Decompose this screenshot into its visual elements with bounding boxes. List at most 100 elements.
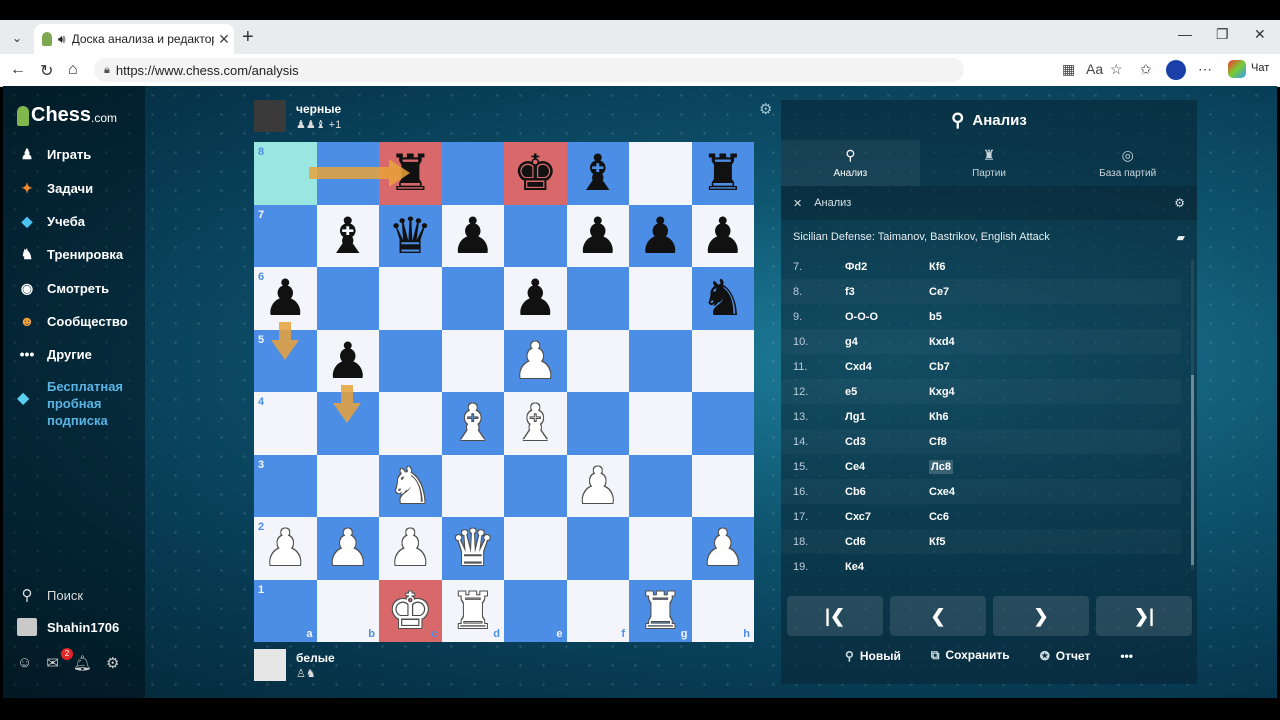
black-move[interactable]: b5 — [929, 311, 942, 323]
analysis-settings-gear-icon[interactable]: ⚙ — [1174, 196, 1185, 210]
browser-tab[interactable]: 🔊︎ Доска анализа и редактор P ✕ — [34, 24, 234, 54]
close-analysis-icon[interactable]: ✕ — [793, 197, 802, 210]
square-d8[interactable] — [441, 142, 504, 205]
white-knight-icon[interactable]: ♞ — [388, 461, 433, 511]
white-move[interactable]: Фd2 — [845, 261, 929, 273]
square-a4[interactable]: 4 — [254, 392, 317, 455]
white-pawn-icon[interactable]: ♟ — [325, 523, 370, 573]
square-g8[interactable] — [629, 142, 692, 205]
tab-list-chevron-icon[interactable]: ⌄ — [6, 28, 28, 48]
first-move-button[interactable]: |❮ — [787, 596, 883, 636]
black-move[interactable]: Сс6 — [929, 511, 949, 523]
white-bishop-icon[interactable]: ♝ — [513, 398, 558, 448]
black-knight-icon[interactable]: ♞ — [700, 273, 745, 323]
black-move[interactable]: Кxd4 — [929, 336, 955, 348]
square-g2[interactable] — [629, 517, 692, 580]
black-bishop-icon[interactable]: ♝ — [575, 148, 620, 198]
black-rook-icon[interactable]: ♜ — [388, 148, 433, 198]
black-pawn-icon[interactable]: ♟ — [325, 336, 370, 386]
square-h2[interactable]: ♟ — [691, 517, 754, 580]
square-f2[interactable] — [566, 517, 629, 580]
square-f6[interactable] — [566, 267, 629, 330]
sidebar-item-watch[interactable]: ◉ Смотреть — [17, 278, 109, 298]
black-move[interactable]: Кf6 — [929, 261, 946, 273]
white-move[interactable]: g4 — [845, 336, 929, 348]
board-settings-gear-icon[interactable]: ⚙ — [759, 100, 772, 118]
move-list-scroll-thumb[interactable] — [1191, 375, 1194, 565]
opening-name[interactable]: Sicilian Defense: Taimanov, Bastrikov, E… — [793, 231, 1050, 243]
square-c8[interactable]: ♜ — [379, 142, 442, 205]
white-move[interactable]: Лg1 — [845, 411, 929, 423]
square-d1[interactable]: d ♜ — [441, 579, 504, 642]
square-f4[interactable] — [566, 392, 629, 455]
url-field[interactable]: 🔒︎ https://www.chess.com/analysis — [94, 58, 964, 82]
restore-icon[interactable]: ❐ — [1216, 26, 1229, 43]
square-a1[interactable]: 1a — [254, 579, 317, 642]
black-move[interactable]: Схе4 — [929, 486, 955, 498]
black-pawn-icon[interactable]: ♟ — [513, 273, 558, 323]
square-b7[interactable]: ♝ — [316, 204, 379, 267]
white-move[interactable]: Ке4 — [845, 561, 929, 573]
square-c2[interactable]: ♟ — [379, 517, 442, 580]
square-a5[interactable]: 5 — [254, 329, 317, 392]
chess-board[interactable]: 8 ♜ ♚ ♝ ♜ 7 ♝ ♛ ♟ ♟ ♟ ♟ 6 ♟ ♟ ♞ 5 ♟ ♟ 4 ♝ ♝ 3 ♞ ♟ 2 ♟ ♟ ♟ ♛ ♟ 1 a b c ♚ d ♜ e f… — [254, 142, 754, 642]
square-e3[interactable] — [504, 454, 567, 517]
next-move-button[interactable]: ❯ — [993, 596, 1089, 636]
sidebar-item-community[interactable]: ☻ Сообщество — [17, 311, 128, 331]
square-f5[interactable] — [566, 329, 629, 392]
square-a2[interactable]: 2 ♟ — [254, 517, 317, 580]
square-c6[interactable] — [379, 267, 442, 330]
black-king-icon[interactable]: ♚ — [513, 148, 558, 198]
square-h1[interactable]: h — [691, 579, 754, 642]
tab-game-database[interactable]: ◎ База партий — [1058, 140, 1197, 186]
square-a8[interactable]: 8 — [254, 142, 317, 205]
white-move[interactable]: Cd6 — [845, 536, 929, 548]
white-pawn-icon[interactable]: ♟ — [700, 523, 745, 573]
square-e8[interactable]: ♚ — [504, 142, 567, 205]
sidebar-item-puzzles[interactable]: ✦ Задачи — [17, 178, 93, 198]
square-h8[interactable]: ♜ — [691, 142, 754, 205]
close-tab-icon[interactable]: ✕ — [214, 31, 234, 48]
square-c7[interactable]: ♛ — [379, 204, 442, 267]
black-move[interactable]: Кxg4 — [929, 386, 955, 398]
previous-move-button[interactable]: ❮ — [890, 596, 986, 636]
black-rook-icon[interactable]: ♜ — [700, 148, 745, 198]
white-pawn-icon[interactable]: ♟ — [575, 461, 620, 511]
square-e1[interactable]: e — [504, 579, 567, 642]
black-move[interactable]: Се7 — [929, 286, 949, 298]
square-b4[interactable] — [316, 392, 379, 455]
chat-label[interactable]: Чат — [1251, 62, 1269, 74]
square-d2[interactable]: ♛ — [441, 517, 504, 580]
last-move-button[interactable]: ❯| — [1096, 596, 1192, 636]
settings-gear-icon[interactable]: ⚙ — [106, 654, 119, 672]
white-pawn-icon[interactable]: ♟ — [388, 523, 433, 573]
square-e5[interactable]: ♟ — [504, 329, 567, 392]
black-pawn-icon[interactable]: ♟ — [638, 211, 683, 261]
black-queen-icon[interactable]: ♛ — [388, 211, 433, 261]
square-h4[interactable] — [691, 392, 754, 455]
square-b8[interactable] — [316, 142, 379, 205]
black-move[interactable]: Кf5 — [929, 536, 946, 548]
square-a6[interactable]: 6 ♟ — [254, 267, 317, 330]
square-g5[interactable] — [629, 329, 692, 392]
white-move[interactable]: Сb6 — [845, 486, 929, 498]
black-move[interactable]: Кh6 — [929, 411, 949, 423]
square-e6[interactable]: ♟ — [504, 267, 567, 330]
tab-games[interactable]: ♜ Партии — [920, 140, 1059, 186]
square-d7[interactable]: ♟ — [441, 204, 504, 267]
white-rook-icon[interactable]: ♜ — [638, 586, 683, 636]
square-h5[interactable] — [691, 329, 754, 392]
square-g1[interactable]: g ♜ — [629, 579, 692, 642]
friends-icon[interactable]: ☺ — [17, 654, 32, 672]
apps-icon[interactable]: ▦ — [1062, 61, 1075, 78]
more-options-icon[interactable]: ••• — [1120, 649, 1133, 663]
square-g4[interactable] — [629, 392, 692, 455]
square-b6[interactable] — [316, 267, 379, 330]
square-d4[interactable]: ♝ — [441, 392, 504, 455]
square-e2[interactable] — [504, 517, 567, 580]
square-c3[interactable]: ♞ — [379, 454, 442, 517]
sidebar-item-train[interactable]: ♞ Тренировка — [17, 244, 123, 264]
minimize-icon[interactable]: — — [1178, 26, 1192, 42]
sidebar-user[interactable]: Shahin1706 — [17, 618, 119, 636]
square-f3[interactable]: ♟ — [566, 454, 629, 517]
